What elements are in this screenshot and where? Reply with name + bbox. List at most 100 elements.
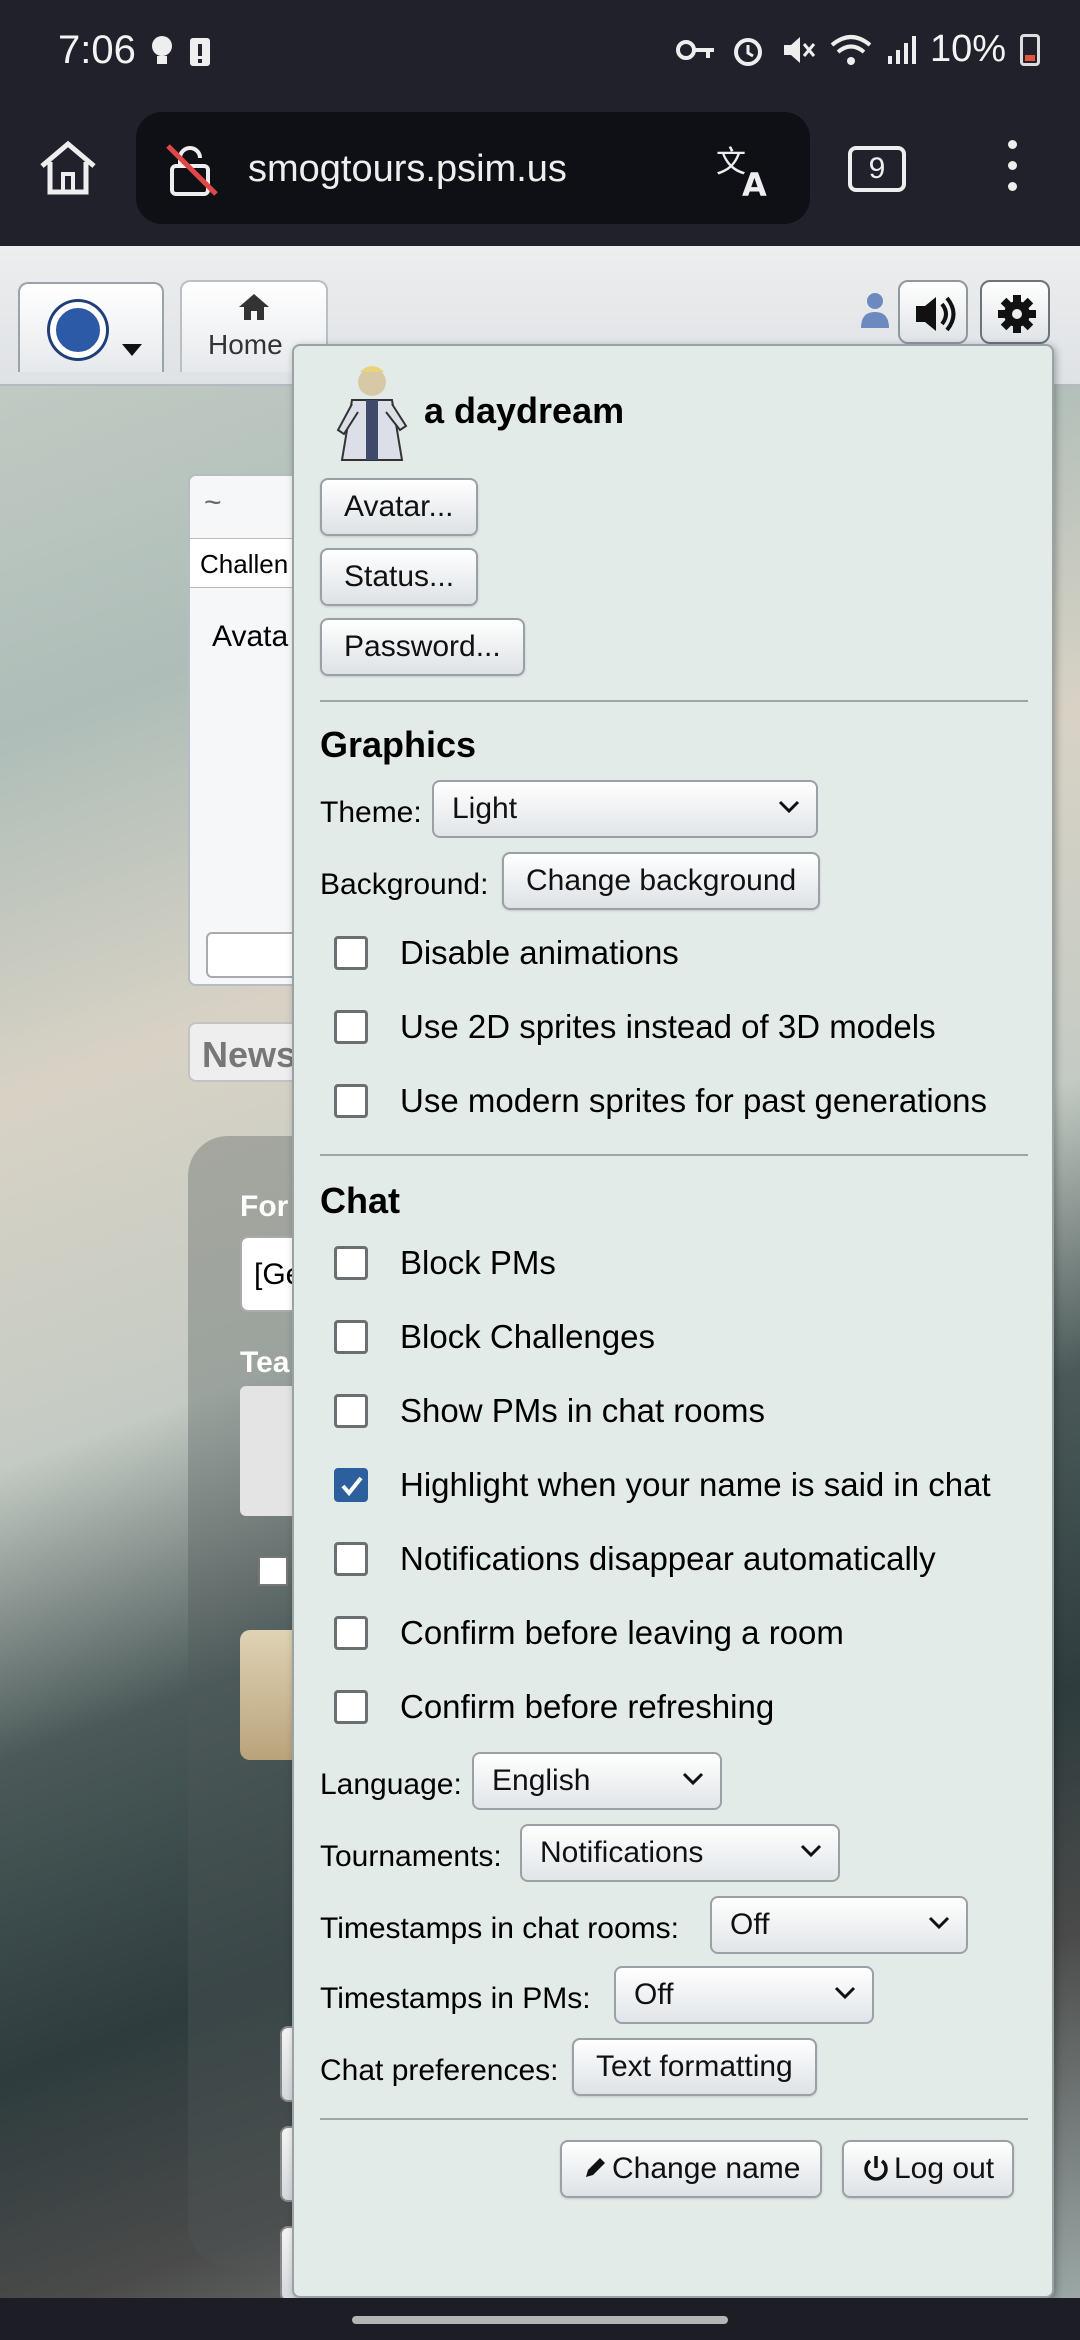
confirm-leaving-option[interactable]: Confirm before leaving a room (334, 1614, 844, 1652)
options-popup: a daydream Avatar... Status... Password.… (292, 344, 1054, 2298)
translate-icon[interactable]: 文A (716, 140, 776, 200)
highlight-name-label: Highlight when your name is said in chat (400, 1466, 991, 1503)
team-label: Tea (240, 1346, 290, 1379)
text-formatting-button[interactable]: Text formatting (572, 2038, 817, 2096)
background-checkbox[interactable] (258, 1556, 288, 1586)
show-pms-checkbox[interactable] (334, 1394, 368, 1428)
confirm-refreshing-label: Confirm before refreshing (400, 1688, 775, 1725)
change-name-label: Change name (612, 2152, 801, 2185)
format-label: For (240, 1190, 289, 1223)
confirm-refreshing-option[interactable]: Confirm before refreshing (334, 1688, 774, 1726)
divider (320, 1154, 1028, 1156)
disable-animations-checkbox[interactable] (334, 936, 368, 970)
showdown-logo-button[interactable] (18, 282, 164, 372)
confirm-leaving-label: Confirm before leaving a room (400, 1614, 844, 1651)
modern-sprites-checkbox[interactable] (334, 1084, 368, 1118)
block-pms-label: Block PMs (400, 1244, 556, 1281)
insecure-lock-icon[interactable] (164, 142, 220, 198)
theme-select-value: Light (452, 792, 518, 825)
disable-animations-label: Disable animations (400, 934, 679, 971)
confirm-leaving-checkbox[interactable] (334, 1616, 368, 1650)
status-bar: 7:06 10% (0, 0, 1080, 110)
change-name-button[interactable]: Change name (560, 2140, 823, 2198)
chat-preferences-label: Chat preferences: (320, 2054, 559, 2087)
browser-menu-icon[interactable] (1000, 140, 1024, 200)
mute-icon (783, 36, 816, 63)
confirm-refreshing-checkbox[interactable] (334, 1690, 368, 1724)
2d-sprites-option[interactable]: Use 2D sprites instead of 3D models (334, 1008, 936, 1046)
timestamps-pms-select[interactable]: Off (614, 1966, 874, 2024)
user-icon[interactable] (858, 290, 892, 330)
username: a daydream (424, 390, 625, 431)
disable-animations-option[interactable]: Disable animations (334, 934, 679, 972)
language-select-value: English (492, 1764, 591, 1797)
battery-icon (1020, 33, 1040, 66)
gear-icon (998, 295, 1036, 333)
news-button[interactable]: News (188, 1022, 308, 1082)
notifications-disappear-label: Notifications disappear automatically (400, 1540, 936, 1577)
status-button[interactable]: Status... (320, 548, 479, 606)
block-pms-checkbox[interactable] (334, 1246, 368, 1280)
log-out-button[interactable]: Log out (842, 2140, 1015, 2198)
avatar-label: Avata (212, 620, 289, 653)
block-challenges-label: Block Challenges (400, 1318, 655, 1355)
tab-count-button[interactable]: 9 (848, 146, 906, 192)
home-icon (239, 294, 269, 320)
user-tilde: ~ (204, 486, 222, 519)
show-pms-label: Show PMs in chat rooms (400, 1392, 765, 1429)
signal-icon (887, 35, 916, 64)
block-challenges-checkbox[interactable] (334, 1320, 368, 1354)
timestamps-pms-select-value: Off (634, 1978, 674, 2011)
2d-sprites-checkbox[interactable] (334, 1010, 368, 1044)
language-label: Language: (320, 1768, 462, 1801)
highlight-name-checkbox[interactable] (334, 1468, 368, 1502)
caret-down-icon (122, 344, 142, 356)
browser-home-icon[interactable] (36, 136, 100, 200)
change-background-button[interactable]: Change background (502, 852, 821, 910)
system-nav-bar (0, 2298, 1080, 2340)
timestamps-rooms-label: Timestamps in chat rooms: (320, 1912, 679, 1945)
chevron-down-icon (778, 800, 800, 814)
chevron-down-icon (800, 1844, 822, 1858)
chat-heading: Chat (320, 1180, 400, 1221)
battery-percent: 10% (929, 28, 1006, 70)
show-pms-option[interactable]: Show PMs in chat rooms (334, 1392, 765, 1430)
timestamps-rooms-select[interactable]: Off (710, 1896, 968, 1954)
timestamps-pms-label: Timestamps in PMs: (320, 1982, 591, 2015)
log-out-label: Log out (894, 2152, 995, 2185)
battery-alert-icon (190, 38, 210, 66)
tournaments-label: Tournaments: (320, 1840, 502, 1873)
chevron-down-icon (682, 1772, 704, 1786)
power-icon (864, 2156, 888, 2181)
sound-button[interactable] (898, 280, 968, 344)
2d-sprites-label: Use 2D sprites instead of 3D models (400, 1008, 936, 1045)
theme-label: Theme: (320, 796, 422, 829)
highlight-name-option[interactable]: Highlight when your name is said in chat (334, 1466, 991, 1504)
avatar-button[interactable]: Avatar... (320, 478, 478, 536)
notifications-disappear-checkbox[interactable] (334, 1542, 368, 1576)
home-gesture-handle[interactable] (352, 2316, 728, 2324)
options-button[interactable] (980, 280, 1050, 344)
background-label: Background: (320, 868, 489, 901)
url-text[interactable]: smogtours.psim.us (248, 148, 567, 191)
password-button[interactable]: Password... (320, 618, 525, 676)
language-select[interactable]: English (472, 1752, 722, 1810)
tournaments-select[interactable]: Notifications (520, 1824, 840, 1882)
theme-select[interactable]: Light (432, 780, 818, 838)
wifi-icon (830, 34, 872, 65)
modern-sprites-option[interactable]: Use modern sprites for past generations (334, 1082, 987, 1120)
tournaments-select-value: Notifications (540, 1836, 704, 1869)
chevron-down-icon (928, 1916, 950, 1930)
browser-toolbar: smogtours.psim.us 文A 9 (0, 110, 1080, 246)
block-pms-option[interactable]: Block PMs (334, 1244, 556, 1282)
address-bar[interactable]: smogtours.psim.us 文A (136, 112, 810, 224)
block-challenges-option[interactable]: Block Challenges (334, 1318, 655, 1356)
notifications-disappear-option[interactable]: Notifications disappear automatically (334, 1540, 936, 1578)
checkmark-icon (341, 1476, 363, 1497)
tab-home-label: Home (208, 329, 283, 360)
trainer-avatar (336, 366, 408, 461)
key-icon (675, 39, 714, 60)
alarm-icon (733, 37, 762, 66)
graphics-heading: Graphics (320, 724, 477, 765)
showdown-logo-icon (50, 302, 106, 358)
